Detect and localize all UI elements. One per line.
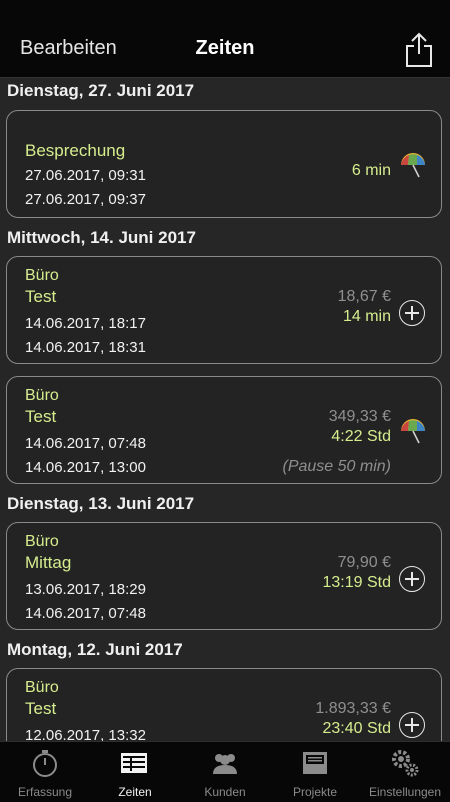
- umbrella-icon[interactable]: [399, 151, 427, 179]
- entry-start: 13.06.2017, 18:29: [25, 581, 146, 598]
- tab-erfassung[interactable]: Erfassung: [0, 742, 90, 802]
- inbox-icon: [303, 752, 327, 774]
- edit-button[interactable]: Bearbeiten: [20, 37, 117, 60]
- tab-einstellungen[interactable]: Einstellungen: [360, 742, 450, 802]
- entry-description: Test: [25, 407, 57, 426]
- time-entry-card[interactable]: Besprechung 27.06.2017, 09:31 27.06.2017…: [6, 110, 442, 218]
- entry-start: 14.06.2017, 18:17: [25, 315, 146, 332]
- share-icon[interactable]: [404, 32, 434, 68]
- time-entry-card[interactable]: Büro Test 12.06.2017, 13:32 1.893,33 € 2…: [6, 668, 442, 741]
- entry-category: Büro: [25, 533, 59, 550]
- entry-duration: 4:22 Std: [331, 428, 391, 445]
- entry-category: Büro: [25, 387, 59, 404]
- tab-label: Erfassung: [17, 785, 73, 799]
- tab-zeiten[interactable]: Zeiten: [90, 742, 180, 802]
- entry-category: Büro: [25, 267, 59, 284]
- plus-circle-icon[interactable]: [399, 712, 425, 738]
- entry-pause: (Pause 50 min): [282, 458, 392, 475]
- entry-end: 27.06.2017, 09:37: [25, 191, 146, 208]
- time-entry-card[interactable]: Büro Test 14.06.2017, 18:17 14.06.2017, …: [6, 256, 442, 364]
- entry-duration: 14 min: [342, 308, 391, 325]
- entry-start: 12.06.2017, 13:32: [25, 727, 146, 741]
- entry-duration: 6 min: [351, 162, 391, 179]
- entry-description: Test: [25, 287, 57, 306]
- navigation-bar: Bearbeiten Zeiten: [0, 0, 450, 78]
- entry-end: 14.06.2017, 13:00: [25, 459, 146, 476]
- list-icon: [121, 753, 147, 773]
- time-entry-card[interactable]: Büro Test 14.06.2017, 07:48 14.06.2017, …: [6, 376, 442, 484]
- entry-end: 14.06.2017, 07:48: [25, 605, 146, 622]
- tab-bar: Erfassung Zeiten Kunden Projekte Einstel…: [0, 741, 450, 802]
- plus-circle-icon[interactable]: [399, 300, 425, 326]
- entry-description: Test: [25, 699, 57, 718]
- section-header: Montag, 12. Juni 2017: [7, 640, 183, 659]
- entry-amount: 349,33 €: [328, 408, 391, 425]
- entry-start: 27.06.2017, 09:31: [25, 167, 146, 184]
- section-header: Mittwoch, 14. Juni 2017: [7, 228, 196, 247]
- entry-category: Büro: [25, 679, 59, 696]
- gears-icon: [392, 750, 419, 777]
- entry-amount: 1.893,33 €: [315, 700, 391, 717]
- section-header: Dienstag, 13. Juni 2017: [7, 494, 195, 513]
- tab-kunden[interactable]: Kunden: [180, 742, 270, 802]
- entry-duration: 13:19 Std: [322, 574, 392, 591]
- people-icon: [213, 754, 237, 774]
- tab-projekte[interactable]: Projekte: [270, 742, 360, 802]
- entry-duration: 23:40 Std: [322, 720, 392, 737]
- time-entry-card[interactable]: Büro Mittag 13.06.2017, 18:29 14.06.2017…: [6, 522, 442, 630]
- tab-label: Zeiten: [118, 785, 152, 799]
- plus-circle-icon[interactable]: [399, 566, 425, 592]
- entry-description: Mittag: [25, 553, 72, 572]
- entry-description: Besprechung: [25, 141, 126, 160]
- entry-amount: 79,90 €: [337, 554, 391, 571]
- entry-start: 14.06.2017, 07:48: [25, 435, 146, 452]
- tab-label: Einstellungen: [368, 785, 442, 799]
- time-entries-list[interactable]: Dienstag, 27. Juni 2017 Besprechung 27.0…: [0, 78, 450, 741]
- entry-amount: 18,67 €: [337, 288, 391, 305]
- tab-label: Projekte: [292, 785, 338, 799]
- umbrella-icon[interactable]: [399, 417, 427, 445]
- section-header: Dienstag, 27. Juni 2017: [7, 81, 195, 100]
- tab-label: Kunden: [204, 785, 246, 799]
- entry-end: 14.06.2017, 18:31: [25, 339, 146, 356]
- stopwatch-icon: [33, 750, 57, 777]
